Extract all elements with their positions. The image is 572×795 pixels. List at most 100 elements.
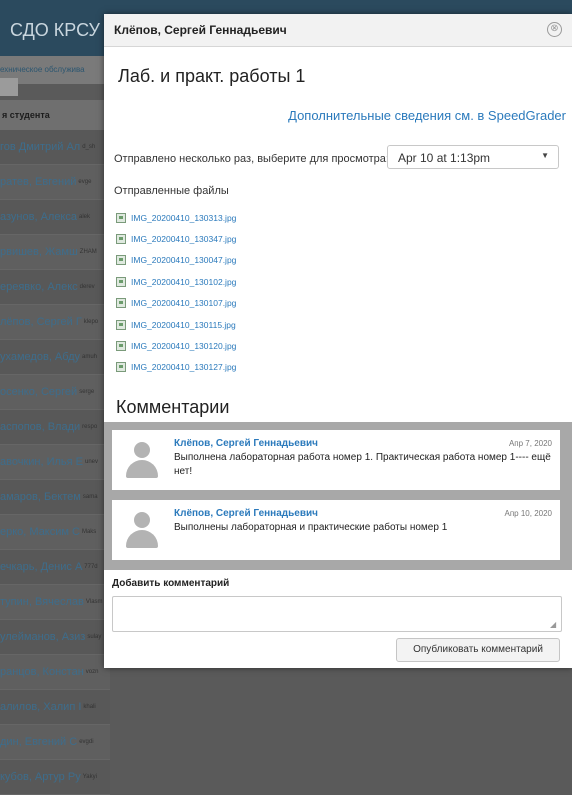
- file-link[interactable]: IMG_20200410_130313.jpg: [131, 213, 236, 223]
- student-login: serge: [79, 389, 95, 395]
- student-name: улейманов, Азиз: [0, 631, 86, 643]
- student-row[interactable]: азунов, Алекса alek: [0, 200, 110, 235]
- student-name: авочкин, Илья Е: [0, 456, 83, 468]
- resize-handle-icon[interactable]: ◢: [550, 620, 556, 629]
- speedgrader-link[interactable]: Дополнительные сведения см. в SpeedGrade…: [288, 108, 566, 123]
- comments-title: Комментарии: [116, 397, 230, 417]
- student-row[interactable]: ереявко, Алекс derev: [0, 270, 110, 305]
- file-item: IMG_20200410_130107.jpg: [116, 293, 236, 314]
- student-row[interactable]: ечкарь, Денис А 777d: [0, 550, 110, 585]
- file-item: IMG_20200410_130347.jpg: [116, 228, 236, 249]
- comment: Клёпов, Сергей Геннадьевич Апр 10, 2020 Вы…: [112, 500, 560, 560]
- student-row[interactable]: алилов, Халип Ikhali: [0, 690, 110, 725]
- file-link[interactable]: IMG_20200410_130120.jpg: [131, 341, 236, 351]
- student-name: ерко, Максим С: [0, 526, 80, 538]
- student-login: khali: [83, 704, 96, 710]
- avatar-icon: [120, 438, 164, 482]
- publish-comment-button[interactable]: Опубликовать комментарий: [396, 638, 560, 662]
- student-name: лёпов, Сергей Г: [0, 316, 82, 328]
- student-row[interactable]: лёпов, Сергей Гklepo: [0, 305, 110, 340]
- files-label: Отправленные файлы: [114, 185, 229, 197]
- file-item: IMG_20200410_130047.jpg: [116, 250, 236, 271]
- student-login: Vlasm: [85, 599, 103, 605]
- student-login: amuh: [82, 354, 98, 360]
- image-file-icon: [116, 255, 126, 266]
- file-link[interactable]: IMG_20200410_130047.jpg: [131, 255, 236, 265]
- student-row[interactable]: осенко, Сергей serge: [0, 375, 110, 410]
- avatar-icon: [120, 508, 164, 552]
- chevron-down-icon: ▼: [541, 151, 549, 160]
- student-row[interactable]: улейманов, Азиз sulay: [0, 620, 110, 655]
- student-name: ереявко, Алекс: [0, 281, 78, 293]
- student-name: тупин, Вячеслав: [0, 596, 84, 608]
- student-name: ухамедов, Абду: [0, 351, 80, 363]
- student-login: evge: [78, 179, 92, 185]
- student-row[interactable]: гов Дмитрий Ал d_sh: [0, 130, 110, 165]
- submission-select[interactable]: Apr 10 at 1:13pm ▼: [387, 145, 559, 169]
- submission-dialog: Клёпов, Сергей Геннадьевич ⊗ Лаб. и прак…: [104, 14, 572, 668]
- file-link[interactable]: IMG_20200410_130102.jpg: [131, 277, 236, 287]
- student-row[interactable]: рвишев, Жамш ZHAM: [0, 235, 110, 270]
- image-file-icon: [116, 234, 126, 245]
- student-name: ратев, Евгений: [0, 176, 77, 188]
- add-comment-label: Добавить комментарий: [112, 578, 230, 589]
- student-row[interactable]: аспопов, Влади respo: [0, 410, 110, 445]
- student-row[interactable]: ухамедов, Абду amuh: [0, 340, 110, 375]
- close-icon[interactable]: ⊗: [547, 22, 562, 37]
- student-name: рвишев, Жамш: [0, 246, 78, 258]
- file-link[interactable]: IMG_20200410_130107.jpg: [131, 298, 236, 308]
- student-row[interactable]: тупин, Вячеслав Vlasm: [0, 585, 110, 620]
- student-name: алилов, Халип I: [0, 701, 82, 713]
- dialog-title: Клёпов, Сергей Геннадьевич: [114, 23, 287, 37]
- student-list: гов Дмитрий Ал d_sh ратев, Евгений evge азун…: [0, 130, 110, 795]
- student-name: азунов, Алекса: [0, 211, 77, 223]
- student-name: кубов, Артур Ру: [0, 771, 81, 783]
- comment-author[interactable]: Клёпов, Сергей Геннадьевич: [174, 508, 318, 519]
- file-link[interactable]: IMG_20200410_130115.jpg: [131, 320, 236, 330]
- comment-input[interactable]: [112, 596, 562, 632]
- student-login: derev: [79, 284, 95, 290]
- file-item: IMG_20200410_130127.jpg: [116, 357, 236, 378]
- file-item: IMG_20200410_130313.jpg: [116, 207, 236, 228]
- student-login: respo: [82, 424, 98, 430]
- image-file-icon: [116, 362, 126, 373]
- student-row[interactable]: ранцов, Констан vozn: [0, 655, 110, 690]
- comment-date: Апр 10, 2020: [504, 509, 552, 518]
- student-login: sama: [82, 494, 98, 500]
- student-login: Maks: [81, 529, 97, 535]
- student-row[interactable]: ерко, Максим С Maks: [0, 515, 110, 550]
- file-list: IMG_20200410_130313.jpg IMG_20200410_1303…: [116, 207, 236, 378]
- comment-text: Выполнена лабораторная работа номер 1. П…: [174, 452, 551, 477]
- student-name: аспопов, Влади: [0, 421, 81, 433]
- student-row[interactable]: амаров, Бектем sama: [0, 480, 110, 515]
- student-name: дин, Евгений С: [0, 736, 78, 748]
- comments-area: Клёпов, Сергей Геннадьевич Апр 7, 2020 Вып…: [104, 422, 572, 570]
- file-link[interactable]: IMG_20200410_130347.jpg: [131, 234, 236, 244]
- student-login: sulay: [87, 634, 102, 640]
- student-login: vozn: [85, 669, 99, 675]
- submission-select-value: Apr 10 at 1:13pm: [398, 151, 491, 165]
- student-name: гов Дмитрий Ал: [0, 141, 81, 153]
- student-login: ZHAM: [79, 249, 97, 255]
- student-name: амаров, Бектем: [0, 491, 81, 503]
- file-link[interactable]: IMG_20200410_130127.jpg: [131, 362, 236, 372]
- image-file-icon: [116, 319, 126, 330]
- file-item: IMG_20200410_130120.jpg: [116, 335, 236, 356]
- menu-button[interactable]: [0, 78, 18, 96]
- student-login: klepo: [83, 319, 99, 325]
- image-file-icon: [116, 276, 126, 287]
- student-name: осенко, Сергей: [0, 386, 78, 398]
- dialog-header: Клёпов, Сергей Геннадьевич ⊗: [104, 14, 572, 47]
- image-file-icon: [116, 341, 126, 352]
- comment-author[interactable]: Клёпов, Сергей Геннадьевич: [174, 438, 318, 449]
- student-row[interactable]: авочкин, Илья Еunev: [0, 445, 110, 480]
- student-row[interactable]: ратев, Евгений evge: [0, 165, 110, 200]
- student-row[interactable]: кубов, Артур Ру Yakyi: [0, 760, 110, 795]
- student-login: alek: [79, 214, 91, 220]
- image-file-icon: [116, 212, 126, 223]
- student-name: ечкарь, Денис А: [0, 561, 83, 573]
- assignment-title: Лаб. и практ. работы 1: [118, 66, 306, 86]
- student-login: evgdi: [79, 739, 94, 745]
- student-row[interactable]: дин, Евгений Сevgdi: [0, 725, 110, 760]
- student-login: 777d: [84, 564, 98, 570]
